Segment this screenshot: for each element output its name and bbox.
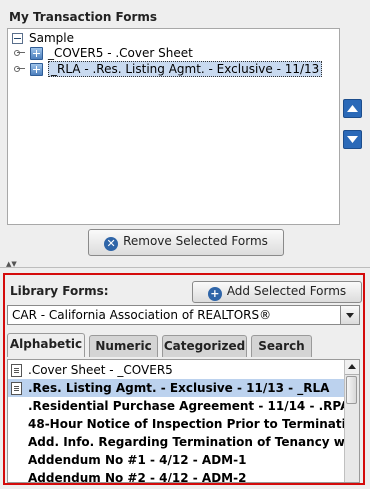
list-item[interactable]: Add. Info. Regarding Termination of Tena… — [8, 433, 346, 451]
arrow-up-icon — [348, 364, 356, 369]
list-scrollbar[interactable] — [344, 360, 359, 482]
scroll-thumb[interactable] — [346, 376, 357, 404]
arrow-up-icon — [347, 105, 358, 112]
tree-item-cover-sheet[interactable]: _COVER5 - .Cover Sheet — [48, 45, 193, 61]
tab-search[interactable]: Search — [251, 335, 312, 357]
document-icon — [11, 382, 22, 395]
move-up-button[interactable] — [343, 99, 362, 118]
divider-line — [0, 267, 370, 270]
list-item-label: .Res. Listing Agmt. - Exclusive - 11/13 … — [28, 381, 330, 395]
tree-connector-icon — [14, 47, 26, 59]
list-item-label: Addendum No #2 - 4/12 - ADM-2 — [28, 471, 247, 483]
remove-icon: ✕ — [104, 237, 119, 251]
arrow-down-icon — [347, 136, 358, 143]
remove-selected-forms-button[interactable]: ✕ Remove Selected Forms — [88, 229, 284, 256]
collapse-icon[interactable] — [12, 33, 23, 44]
add-button-label: Add Selected Forms — [226, 284, 347, 298]
list-item-label: .Cover Sheet - _COVER5 — [28, 363, 173, 377]
library-forms-list[interactable]: .Cover Sheet - _COVER5 .Res. Listing Agm… — [7, 359, 360, 483]
form-icon — [30, 63, 43, 76]
move-down-button[interactable] — [343, 130, 362, 149]
add-icon: + — [207, 287, 222, 301]
tree-item-rla[interactable]: _RLA - .Res. Listing Agmt. - Exclusive -… — [48, 61, 323, 77]
tree-item-rla-label: _RLA - .Res. Listing Agmt. - Exclusive -… — [48, 61, 323, 77]
list-item[interactable]: .Cover Sheet - _COVER5 — [8, 361, 346, 379]
scroll-up-button[interactable] — [345, 360, 359, 375]
list-item[interactable]: Addendum No #2 - 4/12 - ADM-2 — [8, 469, 346, 483]
list-item[interactable]: Addendum No #1 - 4/12 - ADM-1 — [8, 451, 346, 469]
remove-button-label: Remove Selected Forms — [123, 234, 268, 248]
add-selected-forms-button[interactable]: + Add Selected Forms — [192, 281, 362, 303]
list-item[interactable]: 48-Hour Notice of Inspection Prior to Te… — [8, 415, 346, 433]
tab-numeric[interactable]: Numeric — [89, 335, 158, 357]
library-dropdown[interactable]: CAR - California Association of REALTORS… — [7, 305, 360, 325]
library-forms-label: Library Forms: — [10, 284, 109, 298]
list-item-label: .Residential Purchase Agreement - 11/14 … — [28, 399, 346, 413]
transaction-forms-tree[interactable]: Sample _COVER5 - .Cover Sheet _RLA - .Re… — [7, 28, 340, 225]
list-item[interactable]: .Residential Purchase Agreement - 11/14 … — [8, 397, 346, 415]
list-item-label: Addendum No #1 - 4/12 - ADM-1 — [28, 453, 247, 467]
tab-categorized[interactable]: Categorized — [162, 335, 247, 357]
tab-alphabetic[interactable]: Alphabetic — [7, 333, 85, 357]
tree-root-label[interactable]: Sample — [29, 30, 74, 46]
tree-connector-icon — [14, 63, 26, 75]
chevron-down-icon[interactable] — [340, 306, 359, 324]
library-dropdown-value: CAR - California Association of REALTORS… — [12, 308, 272, 322]
list-item[interactable]: .Res. Listing Agmt. - Exclusive - 11/13 … — [8, 379, 346, 397]
document-icon — [11, 364, 22, 377]
form-icon — [30, 47, 43, 60]
transaction-forms-title: My Transaction Forms — [9, 10, 158, 24]
list-item-label: 48-Hour Notice of Inspection Prior to Te… — [28, 417, 346, 431]
list-item-label: Add. Info. Regarding Termination of Tena… — [28, 435, 346, 449]
